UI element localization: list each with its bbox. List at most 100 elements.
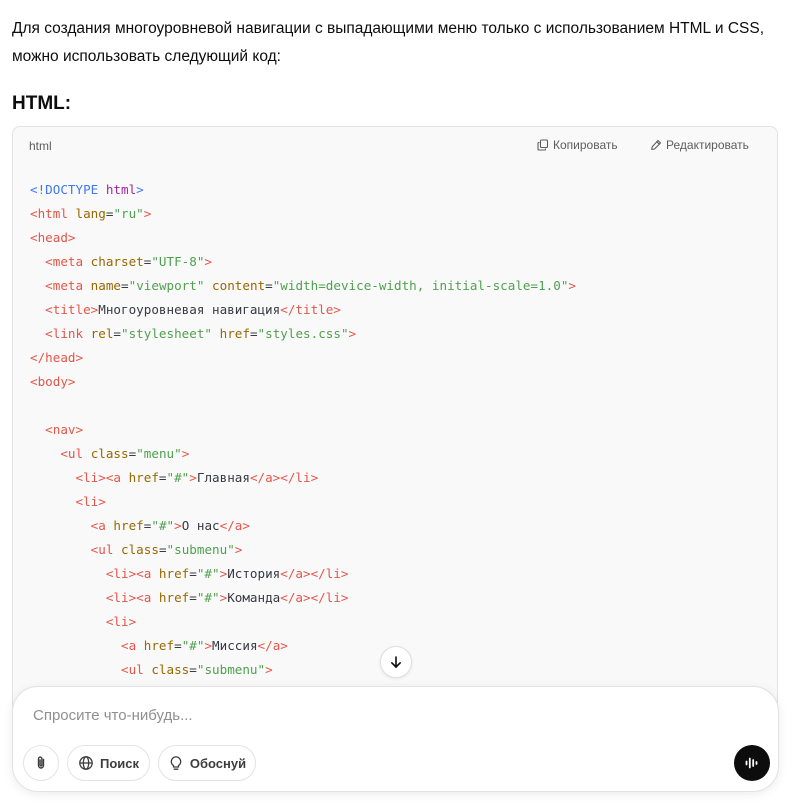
- code-token: rel: [90, 326, 114, 341]
- code-token: <a: [121, 638, 144, 653]
- code-token: >: [204, 638, 213, 653]
- code-token: О нас: [181, 518, 220, 533]
- code-line: <li>: [30, 610, 767, 634]
- code-token: class: [90, 446, 129, 461]
- message-composer: Поиск Обоснуй: [12, 686, 779, 792]
- code-token: <a: [90, 518, 114, 533]
- code-content: <!DOCTYPE html> <html lang="ru"> <head> <m…: [30, 178, 767, 682]
- code-line: <li><a href="#">Главная</a></li>: [30, 466, 767, 490]
- code-line: <head>: [30, 226, 767, 250]
- paperclip-icon: [37, 756, 45, 769]
- edit-code-button[interactable]: Редактировать: [650, 138, 749, 152]
- code-token: "#": [151, 518, 175, 533]
- code-token: "styles.css": [257, 326, 349, 341]
- code-token: href: [128, 470, 159, 485]
- code-token: =: [189, 590, 197, 605]
- copy-code-label: Копировать: [553, 138, 618, 152]
- code-token: >: [143, 206, 152, 221]
- copy-code-button[interactable]: Копировать: [537, 138, 618, 152]
- scroll-down-button[interactable]: [380, 646, 412, 678]
- code-token: <head>: [30, 230, 76, 245]
- code-token: =: [189, 566, 197, 581]
- code-line: <nav>: [30, 418, 767, 442]
- code-line: <meta charset="UTF-8">: [30, 250, 767, 274]
- code-line: <link rel="stylesheet" href="styles.css"…: [30, 322, 767, 346]
- code-token: content: [212, 278, 266, 293]
- code-token: История: [227, 566, 281, 581]
- message-input[interactable]: [33, 707, 713, 724]
- code-line: </head>: [30, 346, 767, 370]
- code-token: </a></li>: [249, 470, 319, 485]
- code-token: class: [151, 662, 190, 677]
- code-line: <li><a href="#">Команда</a></li>: [30, 586, 767, 610]
- code-line: <title>Многоуровневая навигация</title>: [30, 298, 767, 322]
- code-token: <li><a: [105, 566, 159, 581]
- code-token: <meta: [45, 254, 91, 269]
- code-token: href: [158, 566, 190, 581]
- code-token: >: [568, 278, 576, 293]
- code-token: >: [136, 182, 144, 197]
- code-token: "stylesheet": [121, 326, 213, 341]
- code-token: html: [105, 182, 137, 197]
- reason-toggle-button[interactable]: Обоснуй: [158, 745, 256, 781]
- code-token: =: [158, 542, 167, 557]
- code-block-header: html Копировать Редактировать: [13, 127, 777, 165]
- code-token: </a></li>: [280, 566, 349, 581]
- globe-icon: [79, 756, 93, 770]
- code-token: >: [189, 470, 197, 485]
- section-heading: HTML:: [12, 93, 72, 114]
- arrow-down-icon: [391, 656, 401, 668]
- code-token: "width=device-width, initial-scale=1.0": [272, 278, 569, 293]
- code-token: "submenu": [166, 542, 235, 557]
- edit-icon: [651, 139, 662, 151]
- code-token: Главная: [196, 470, 250, 485]
- code-token: href: [219, 326, 250, 341]
- code-token: Многоуровневая навигация: [98, 302, 281, 317]
- code-token: name: [90, 278, 122, 293]
- code-token: >: [234, 542, 243, 557]
- code-token: </title>: [280, 302, 341, 317]
- code-token: href: [143, 638, 175, 653]
- lightbulb-icon: [170, 756, 182, 770]
- code-token: href: [158, 590, 190, 605]
- code-token: =: [265, 278, 273, 293]
- code-token: <ul: [60, 446, 91, 461]
- code-token: </a>: [257, 638, 288, 653]
- code-token: </a>: [219, 518, 250, 533]
- code-token: Команда: [227, 590, 281, 605]
- edit-code-label: Редактировать: [666, 138, 749, 152]
- search-toggle-label: Поиск: [99, 755, 139, 771]
- code-token: >: [348, 326, 357, 341]
- code-token: =: [113, 326, 122, 341]
- code-token: "menu": [136, 446, 182, 461]
- search-toggle-button[interactable]: Поиск: [67, 745, 150, 781]
- voice-mode-button[interactable]: [734, 745, 770, 781]
- code-token: </head>: [30, 350, 84, 365]
- code-line: <li>: [30, 490, 767, 514]
- code-line: <!DOCTYPE html>: [30, 178, 767, 202]
- attach-button[interactable]: [23, 745, 59, 781]
- code-token: "#": [166, 470, 190, 485]
- code-token: </a></li>: [280, 590, 349, 605]
- code-line: <html lang="ru">: [30, 202, 767, 226]
- code-token: "viewport": [128, 278, 205, 293]
- code-token: <ul: [90, 542, 122, 557]
- code-token: =: [121, 278, 129, 293]
- reason-toggle-label: Обоснуй: [189, 755, 247, 771]
- code-token: <!DOCTYPE: [30, 182, 106, 197]
- code-token: <li>: [105, 614, 137, 629]
- copy-icon: [537, 139, 549, 151]
- code-token: <li><a: [105, 590, 159, 605]
